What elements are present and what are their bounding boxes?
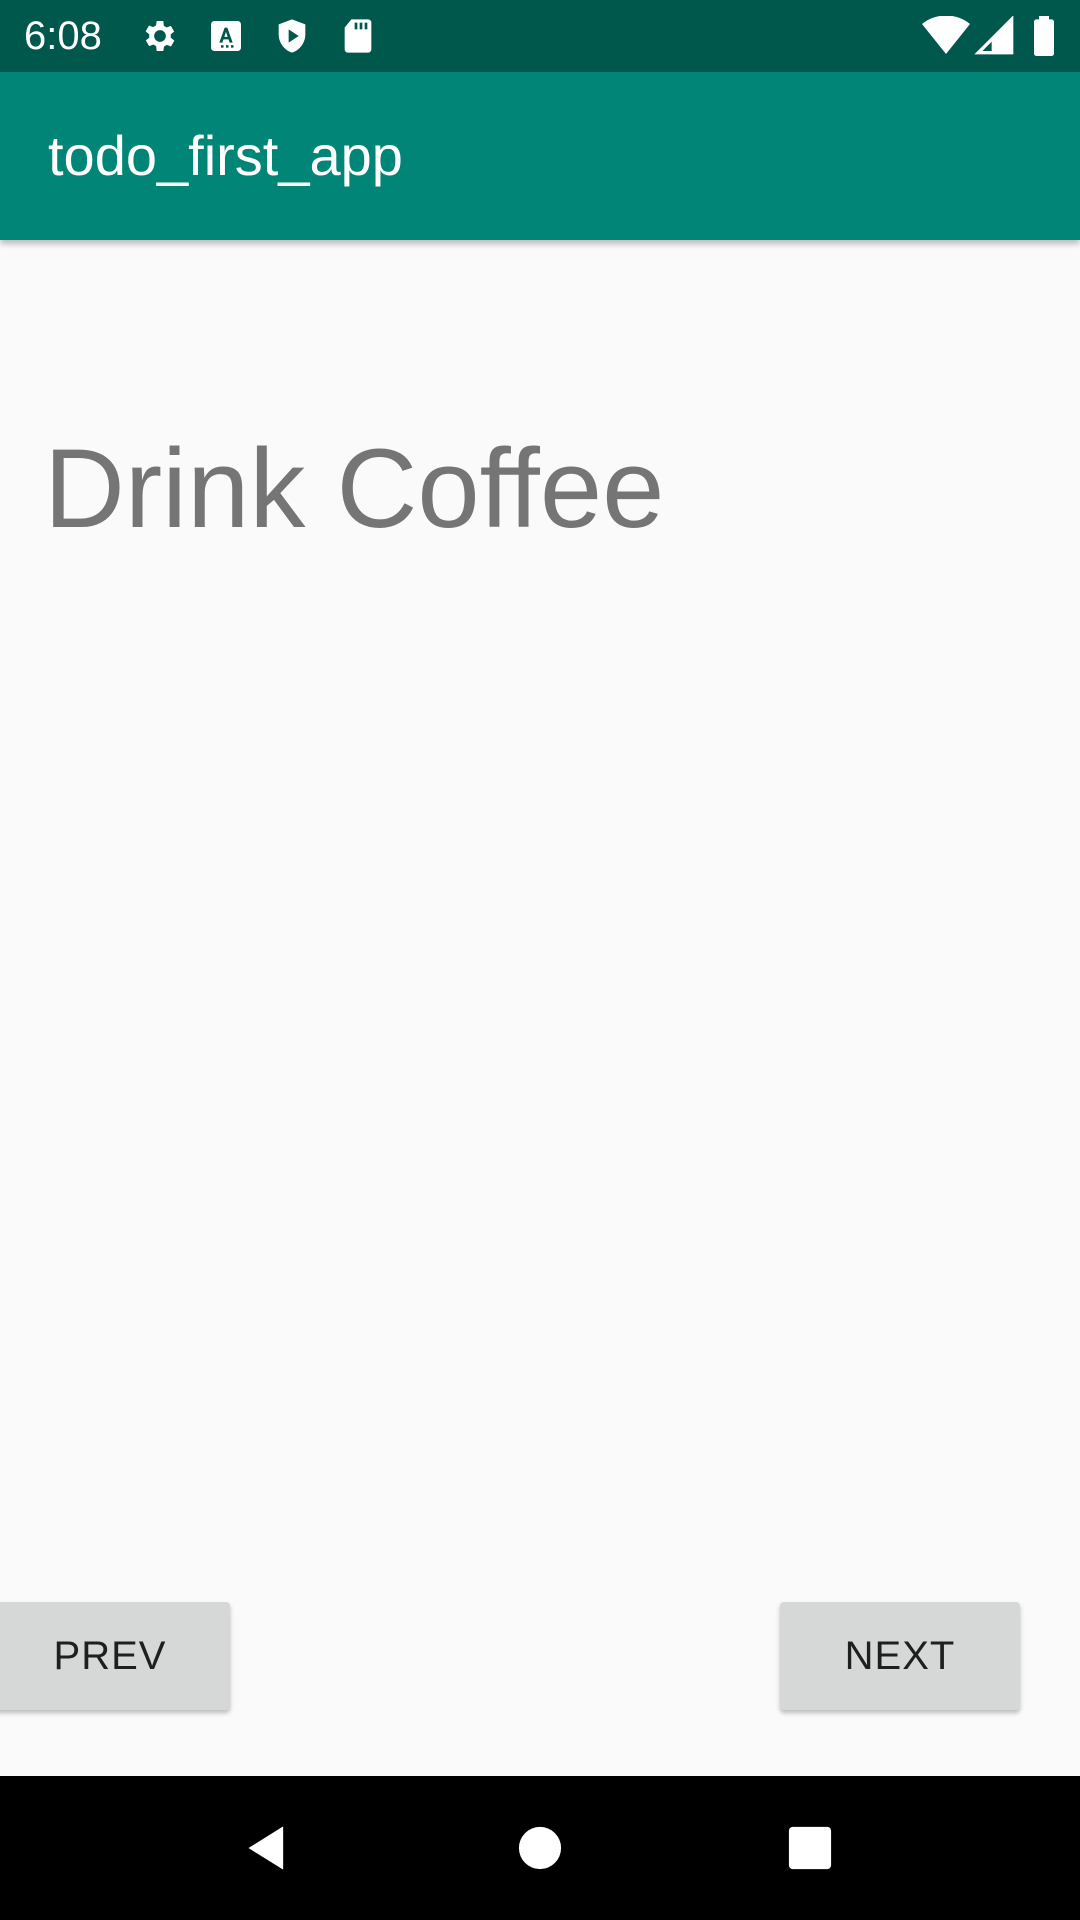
back-icon[interactable] [228,1808,308,1888]
navigation-bar [0,1776,1080,1920]
home-icon[interactable] [500,1808,580,1888]
status-bar: 6:08 [0,0,1080,72]
gear-icon [140,16,180,56]
prev-button[interactable]: PREV [0,1602,230,1710]
signal-icon [974,16,1016,56]
recents-icon[interactable] [770,1808,850,1888]
battery-icon [1026,16,1062,56]
app-title: todo_first_app [48,124,403,187]
status-time: 6:08 [24,14,102,58]
sd-card-icon [338,16,378,56]
todo-text: Drink Coffee [44,426,665,551]
app-bar: todo_first_app [0,72,1080,240]
play-shield-icon [272,16,312,56]
wifi-icon [922,16,970,56]
font-a-icon [206,16,246,56]
screen: 6:08 todo_first_app Drink Coffee PREV NE… [0,0,1080,1920]
next-button[interactable]: NEXT [780,1602,1020,1710]
